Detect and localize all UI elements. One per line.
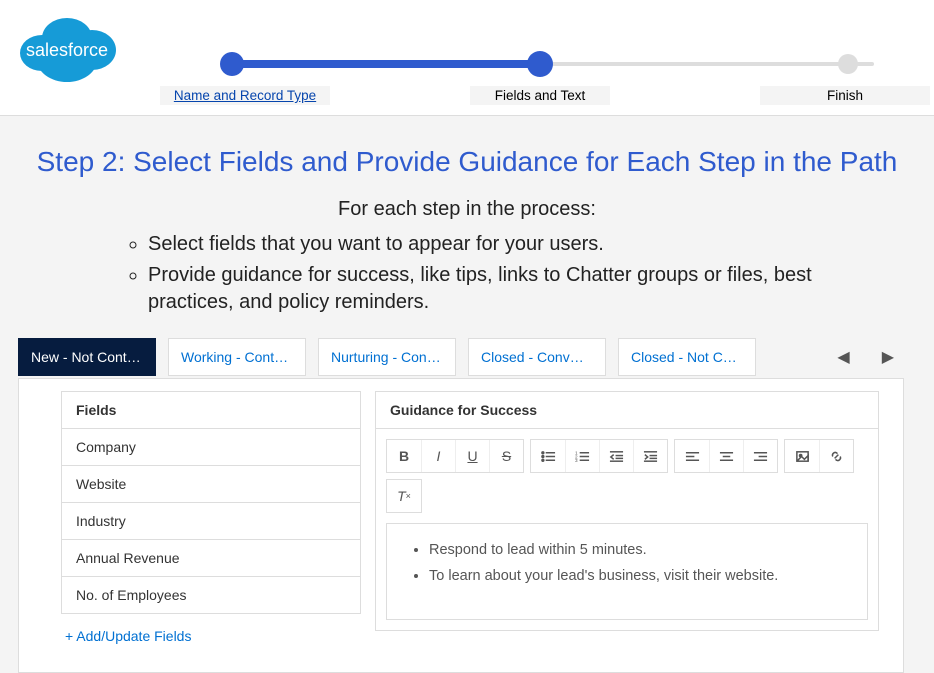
page-title: Step 2: Select Fields and Provide Guidan… <box>18 146 916 178</box>
fields-header: Fields <box>61 391 361 429</box>
clear-format-icon[interactable]: T× <box>387 480 421 512</box>
field-item-company[interactable]: Company <box>61 429 361 466</box>
progress-dot-step3 <box>838 54 858 74</box>
progress-dot-step1 <box>220 52 244 76</box>
link-icon[interactable] <box>819 440 853 472</box>
field-item-website[interactable]: Website <box>61 466 361 503</box>
outdent-icon[interactable] <box>599 440 633 472</box>
tab-closed-converted[interactable]: Closed - Conv… <box>468 338 606 376</box>
field-item-annual-revenue[interactable]: Annual Revenue <box>61 540 361 577</box>
editor-toolbar: B I U S 123 <box>386 439 868 513</box>
instruction-item: Select fields that you want to appear fo… <box>148 231 886 258</box>
list-ul-icon[interactable] <box>531 440 565 472</box>
field-item-industry[interactable]: Industry <box>61 503 361 540</box>
stage-tabs: New - Not Cont… Working - Cont… Nurturin… <box>18 338 904 376</box>
underline-icon[interactable]: U <box>455 440 489 472</box>
bold-icon[interactable]: B <box>387 440 421 472</box>
guidance-bullet: Respond to lead within 5 minutes. <box>429 540 851 560</box>
instructions: Select fields that you want to appear fo… <box>18 231 916 316</box>
salesforce-logo: salesforce <box>12 8 122 91</box>
step-label-2: Fields and Text <box>470 86 610 105</box>
step-label-3: Finish <box>760 86 930 105</box>
align-left-icon[interactable] <box>675 440 709 472</box>
add-update-fields-link[interactable]: + Add/Update Fields <box>61 614 195 648</box>
tabs-prev-icon[interactable]: ◀ <box>827 341 859 373</box>
tabs-next-icon[interactable]: ▶ <box>872 341 904 373</box>
list-ol-icon[interactable]: 123 <box>565 440 599 472</box>
svg-text:3: 3 <box>575 458 578 463</box>
guidance-bullet: To learn about your lead's business, vis… <box>429 566 851 586</box>
guidance-editor[interactable]: Respond to lead within 5 minutes. To lea… <box>386 523 868 620</box>
align-center-icon[interactable] <box>709 440 743 472</box>
image-icon[interactable] <box>785 440 819 472</box>
page-subtitle: For each step in the process: <box>18 198 916 221</box>
tab-new-not-contacted[interactable]: New - Not Cont… <box>18 338 156 376</box>
italic-icon[interactable]: I <box>421 440 455 472</box>
strikethrough-icon[interactable]: S <box>489 440 523 472</box>
field-item-employees[interactable]: No. of Employees <box>61 577 361 614</box>
tab-nurturing[interactable]: Nurturing - Con… <box>318 338 456 376</box>
tab-working-contacted[interactable]: Working - Cont… <box>168 338 306 376</box>
svg-text:salesforce: salesforce <box>26 40 108 60</box>
align-right-icon[interactable] <box>743 440 777 472</box>
indent-icon[interactable] <box>633 440 667 472</box>
guidance-header: Guidance for Success <box>375 391 879 429</box>
progress-dot-step2 <box>527 51 553 77</box>
instruction-item: Provide guidance for success, like tips,… <box>148 262 886 316</box>
step-label-1[interactable]: Name and Record Type <box>160 86 330 105</box>
tab-closed-not-converted[interactable]: Closed - Not C… <box>618 338 756 376</box>
